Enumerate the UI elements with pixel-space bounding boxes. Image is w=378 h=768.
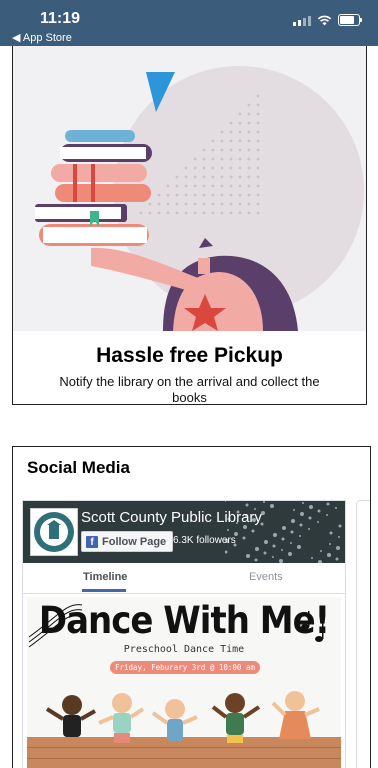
library-logo[interactable] (30, 508, 78, 556)
back-to-app-store-link[interactable]: ◀ App Store (12, 31, 72, 44)
timeline-post-image[interactable]: Dance With Me! Preschool Dance Time Frid… (27, 597, 341, 768)
facebook-tabs: Timeline Events (23, 563, 345, 594)
active-tab-indicator (82, 589, 126, 592)
facebook-cover: Scott County Public Library f Follow Pag… (23, 501, 345, 563)
facebook-page-name[interactable]: Scott County Public Library (81, 509, 262, 526)
tab-events[interactable]: Events (249, 571, 283, 583)
library-seal-icon (34, 512, 74, 552)
status-icons (293, 14, 362, 26)
followers-count: 6.3K followers (173, 535, 236, 546)
pickup-card: Hassle free Pickup Notify the library on… (12, 46, 367, 405)
social-media-title: Social Media (27, 458, 130, 477)
dancing-kids-illustration (45, 691, 320, 743)
next-widget-panel[interactable] (356, 500, 370, 768)
pickup-illustration (13, 46, 366, 331)
status-bar: 11:19 ◀ App Store (0, 0, 378, 46)
facebook-icon: f (86, 535, 98, 548)
battery-icon (338, 14, 362, 26)
status-time: 11:19 (40, 10, 81, 27)
follow-page-label: Follow Page (102, 535, 167, 548)
pickup-title: Hassle free Pickup (96, 344, 283, 367)
facebook-page-widget[interactable]: Scott County Public Library f Follow Pag… (22, 500, 346, 768)
wifi-icon (317, 15, 332, 25)
social-media-card: Social Media Scott County Public Library… (12, 446, 371, 768)
follow-page-button[interactable]: f Follow Page (81, 531, 174, 552)
tab-timeline[interactable]: Timeline (83, 571, 127, 583)
signal-icon (293, 15, 311, 26)
pickup-description: Notify the library on the arrival and co… (59, 374, 320, 405)
